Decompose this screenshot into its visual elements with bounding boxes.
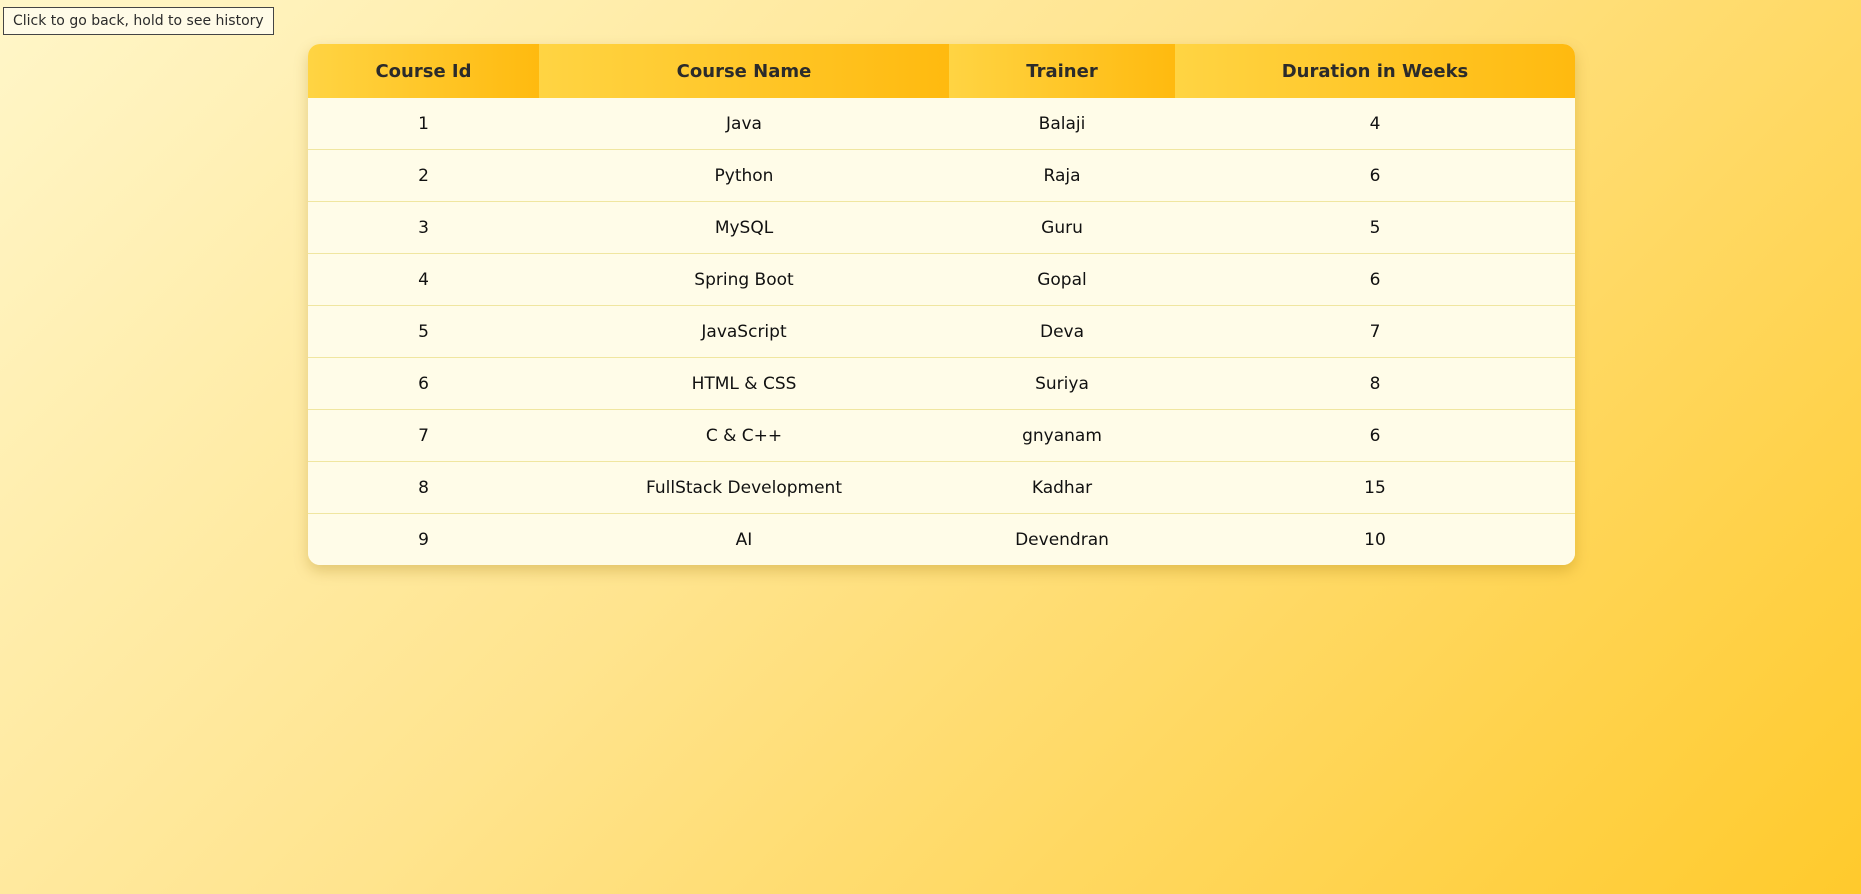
cell-course-id: 6 — [308, 357, 539, 410]
cell-trainer: Guru — [949, 201, 1175, 254]
cell-trainer: Raja — [949, 149, 1175, 202]
cell-course-name: Python — [539, 149, 949, 202]
cell-duration: 7 — [1175, 305, 1575, 358]
back-button-tooltip: Click to go back, hold to see history — [3, 7, 274, 35]
table-row: 1 Java Balaji 4 — [308, 98, 1575, 150]
cell-course-id: 9 — [308, 513, 539, 565]
cell-course-id: 3 — [308, 201, 539, 254]
cell-duration: 4 — [1175, 98, 1575, 150]
cell-duration: 8 — [1175, 357, 1575, 410]
cell-duration: 6 — [1175, 409, 1575, 462]
cell-course-name: MySQL — [539, 201, 949, 254]
cell-duration: 5 — [1175, 201, 1575, 254]
cell-course-name: Java — [539, 98, 949, 150]
header-duration: Duration in Weeks — [1175, 44, 1575, 98]
table-row: 9 AI Devendran 10 — [308, 513, 1575, 565]
cell-course-name: HTML & CSS — [539, 357, 949, 410]
cell-trainer: Balaji — [949, 98, 1175, 150]
table-header: Course Id Course Name Trainer Duration i… — [308, 44, 1575, 98]
cell-trainer: Kadhar — [949, 461, 1175, 514]
table-body: 1 Java Balaji 4 2 Python Raja 6 3 MySQL … — [308, 98, 1575, 565]
header-course-id: Course Id — [308, 44, 539, 98]
cell-course-id: 5 — [308, 305, 539, 358]
cell-trainer: Gopal — [949, 253, 1175, 306]
table-row: 2 Python Raja 6 — [308, 149, 1575, 202]
cell-course-name: JavaScript — [539, 305, 949, 358]
cell-course-id: 2 — [308, 149, 539, 202]
cell-duration: 6 — [1175, 253, 1575, 306]
cell-duration: 6 — [1175, 149, 1575, 202]
cell-trainer: Suriya — [949, 357, 1175, 410]
cell-course-id: 8 — [308, 461, 539, 514]
table-row: 5 JavaScript Deva 7 — [308, 305, 1575, 358]
courses-table: Course Id Course Name Trainer Duration i… — [308, 44, 1575, 565]
cell-course-name: FullStack Development — [539, 461, 949, 514]
cell-course-id: 1 — [308, 98, 539, 150]
courses-table-container: Course Id Course Name Trainer Duration i… — [308, 44, 1575, 565]
table-row: 3 MySQL Guru 5 — [308, 201, 1575, 254]
table-row: 4 Spring Boot Gopal 6 — [308, 253, 1575, 306]
cell-trainer: Devendran — [949, 513, 1175, 565]
table-row: 7 C & C++ gnyanam 6 — [308, 409, 1575, 462]
cell-duration: 15 — [1175, 461, 1575, 514]
cell-course-name: Spring Boot — [539, 253, 949, 306]
table-row: 6 HTML & CSS Suriya 8 — [308, 357, 1575, 410]
header-course-name: Course Name — [539, 44, 949, 98]
cell-trainer: gnyanam — [949, 409, 1175, 462]
cell-trainer: Deva — [949, 305, 1175, 358]
cell-course-name: AI — [539, 513, 949, 565]
cell-course-id: 7 — [308, 409, 539, 462]
table-row: 8 FullStack Development Kadhar 15 — [308, 461, 1575, 514]
header-trainer: Trainer — [949, 44, 1175, 98]
cell-course-name: C & C++ — [539, 409, 949, 462]
table-header-row: Course Id Course Name Trainer Duration i… — [308, 44, 1575, 98]
cell-duration: 10 — [1175, 513, 1575, 565]
cell-course-id: 4 — [308, 253, 539, 306]
